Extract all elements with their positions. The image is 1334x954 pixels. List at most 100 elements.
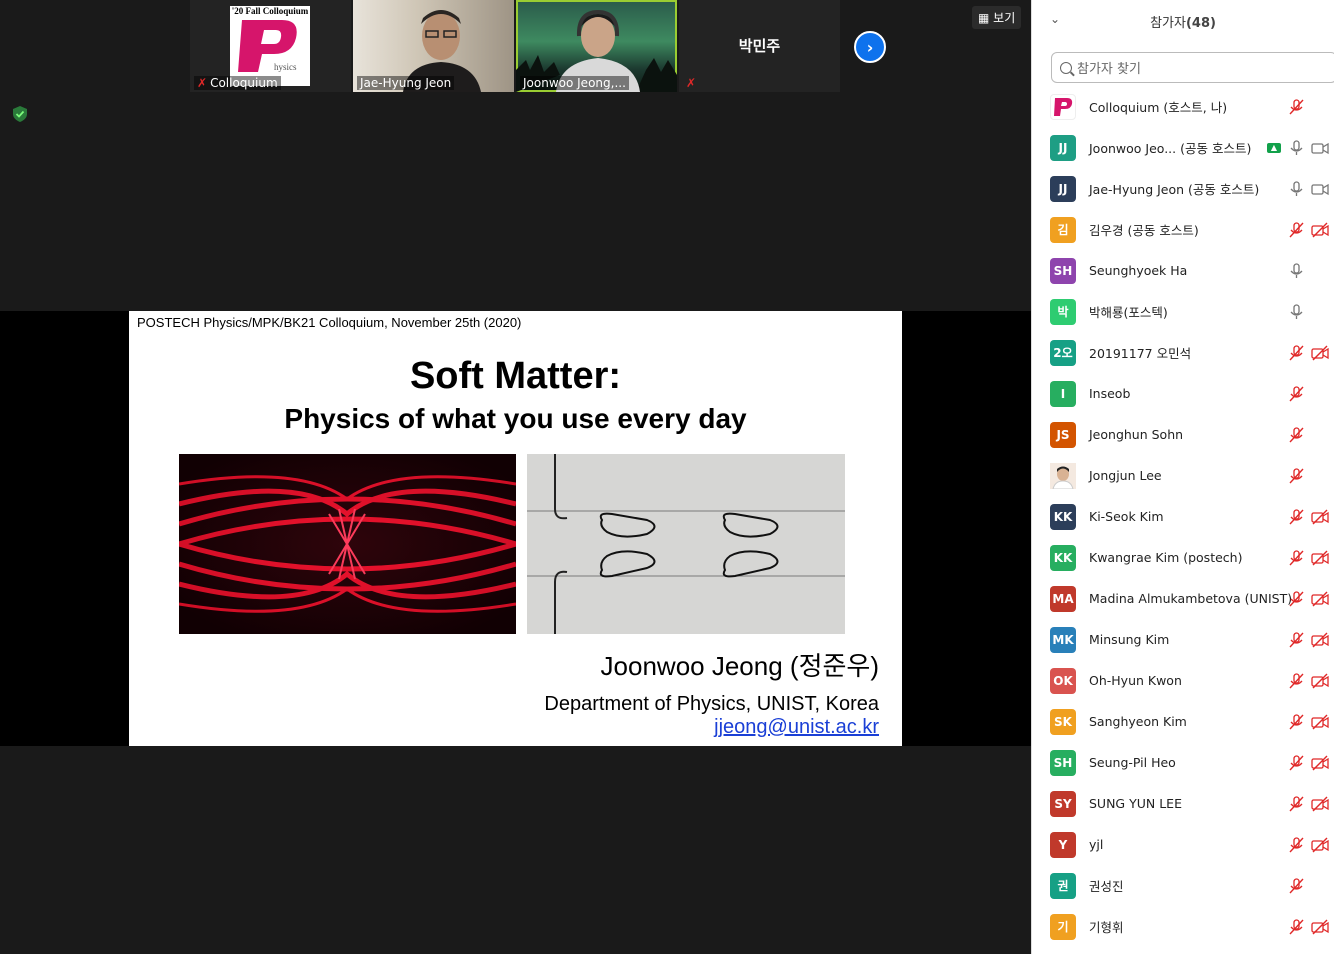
participant-status-icons — [1287, 836, 1329, 853]
participant-row[interactable]: SH Seung-Pil Heo — [1032, 742, 1334, 783]
video-off-icon — [1311, 673, 1329, 688]
thumbnail-joonwoo-jeong[interactable]: Joonwoo Jeong,... — [516, 0, 677, 92]
mic-icon — [1290, 303, 1303, 319]
participant-status-icons — [1287, 467, 1329, 484]
liquid-crystal-image — [179, 454, 516, 634]
mic-icon — [1290, 262, 1303, 278]
participant-status-icons — [1287, 754, 1329, 771]
slide-author: Joonwoo Jeong (정준우) — [600, 651, 879, 681]
video-placeholder — [1311, 99, 1329, 115]
avatar: Y — [1050, 831, 1076, 858]
mic-icon — [1290, 180, 1303, 196]
slide-email-link[interactable]: jjeong@unist.ac.kr — [714, 716, 879, 739]
microfluidic-droplet-image — [527, 454, 845, 634]
participant-row[interactable]: SK Sanghyeon Kim — [1032, 701, 1334, 742]
participant-status-icons — [1287, 426, 1329, 443]
avatar: KK — [1050, 544, 1076, 571]
avatar: JJ — [1050, 134, 1076, 161]
svg-text:hysics: hysics — [274, 62, 297, 72]
video-off-icon — [1311, 591, 1329, 606]
slide-header: POSTECH Physics/MPK/BK21 Colloquium, Nov… — [137, 315, 522, 330]
participant-status-icons — [1287, 344, 1329, 361]
participant-status-icons — [1287, 631, 1329, 648]
participant-name: Seung-Pil Heo — [1089, 755, 1176, 770]
shared-slide: POSTECH Physics/MPK/BK21 Colloquium, Nov… — [129, 311, 902, 746]
slide-subtitle: Physics of what you use every day — [284, 403, 747, 434]
avatar: SH — [1050, 749, 1076, 776]
mic-muted-icon — [1289, 508, 1304, 524]
participant-name: Sanghyeon Kim — [1089, 714, 1187, 729]
participant-row[interactable]: JS Jeonghun Sohn — [1032, 414, 1334, 455]
participant-name: Kwangrae Kim (postech) — [1089, 550, 1243, 565]
participant-row[interactable]: Jongjun Lee — [1032, 455, 1334, 496]
postech-p-logo-icon: hysics — [238, 20, 297, 72]
participant-row[interactable]: Colloquium (호스트, 나) — [1032, 86, 1334, 127]
participant-row[interactable]: SH Seunghyoek Ha — [1032, 250, 1334, 291]
mic-icon — [1290, 139, 1303, 155]
mic-muted-icon — [1289, 754, 1304, 770]
chevron-right-icon: › — [866, 37, 874, 57]
mic-muted-icon — [1289, 467, 1304, 483]
video-placeholder — [1311, 263, 1329, 279]
participant-row[interactable]: JJ Jae-Hyung Jeon (공동 호스트) — [1032, 168, 1334, 209]
thumbnail-park-minju[interactable]: 박민주 ✗ — [679, 0, 840, 92]
next-page-button[interactable]: › — [854, 31, 886, 63]
participant-row[interactable]: Yyjl — [1032, 824, 1334, 865]
thumbnail-mic: ✗ — [683, 76, 702, 90]
participant-row[interactable]: OK Oh-Hyun Kwon — [1032, 660, 1334, 701]
logo-top-text: '20 Fall Colloquium — [231, 6, 309, 16]
participant-row[interactable]: 박 박해룡(포스텍) — [1032, 291, 1334, 332]
slide-title: Soft Matter: — [409, 355, 622, 397]
avatar: JS — [1050, 421, 1076, 448]
participant-name: Inseob — [1089, 386, 1131, 401]
participant-row[interactable]: I Inseob — [1032, 373, 1334, 414]
participant-status-icons — [1287, 98, 1329, 115]
avatar: 김 — [1050, 216, 1076, 243]
participant-row[interactable]: KK Kwangrae Kim (postech) — [1032, 537, 1334, 578]
thumbnail-jae-hyung-jeon[interactable]: Jae-Hyung Jeon — [353, 0, 514, 92]
search-placeholder: 참가자 찾기 — [1077, 62, 1141, 77]
video-off-icon — [1311, 345, 1329, 360]
video-icon — [1311, 142, 1329, 154]
mic-muted-icon — [1289, 713, 1304, 729]
mic-muted-icon — [1289, 549, 1304, 565]
participant-search-input[interactable]: 참가자 찾기 — [1051, 52, 1334, 83]
participant-row[interactable]: MA Madina Almukambetova (UNIST) — [1032, 578, 1334, 619]
view-label: 보기 — [993, 11, 1016, 25]
participant-row[interactable]: JJ Joonwoo Jeo... (공동 호스트) ▲ — [1032, 127, 1334, 168]
postech-p-logo-icon — [1054, 97, 1073, 116]
video-off-icon — [1311, 755, 1329, 770]
thumbnail-colloquium[interactable]: '20 Fall Colloquium hysics ✗ Colloquium — [190, 0, 351, 92]
participants-panel: ⌄ 참가자(48) 참가자 찾기 Colloquium (호스트, 나) JJ Jo… — [1031, 0, 1334, 954]
mic-muted-icon — [1289, 918, 1304, 934]
participant-row[interactable]: KK Ki-Seok Kim — [1032, 496, 1334, 537]
mic-muted-icon — [1289, 221, 1304, 237]
participant-name: 권성진 — [1089, 879, 1124, 894]
participant-row[interactable]: 권 권성진 — [1032, 865, 1334, 906]
postech-logo: '20 Fall Colloquium hysics — [230, 6, 310, 86]
participant-row[interactable]: MK Minsung Kim — [1032, 619, 1334, 660]
participant-row[interactable]: 김 김우경 (공동 호스트) — [1032, 209, 1334, 250]
participant-status-icons — [1287, 303, 1329, 320]
thumbnail-name: Joonwoo Jeong,... — [520, 76, 629, 90]
view-button[interactable]: ▦ 보기 — [972, 6, 1022, 29]
participant-name: Oh-Hyun Kwon — [1089, 673, 1182, 688]
search-icon — [1060, 61, 1072, 74]
video-off-icon — [1311, 550, 1329, 565]
avatar: 기 — [1050, 913, 1076, 940]
participant-name: yjl — [1089, 837, 1104, 852]
video-off-icon — [1311, 714, 1329, 729]
slide-department: Department of Physics, UNIST, Korea — [544, 693, 879, 715]
participant-row[interactable]: 2오 20191177 오민석 — [1032, 332, 1334, 373]
participant-name: Jae-Hyung Jeon (공동 호스트) — [1089, 182, 1260, 197]
participant-row[interactable]: 기 기형휘 — [1032, 906, 1334, 947]
avatar: 권 — [1050, 872, 1076, 899]
mic-muted-icon — [1289, 795, 1304, 811]
security-shield-icon[interactable] — [11, 105, 29, 123]
video-placeholder — [1311, 468, 1329, 484]
participant-name: Colloquium (호스트, 나) — [1089, 100, 1228, 115]
participant-row[interactable]: SY SUNG YUN LEE — [1032, 783, 1334, 824]
avatar: SH — [1050, 257, 1076, 284]
video-off-icon — [1311, 632, 1329, 647]
mic-muted-icon — [1289, 385, 1304, 401]
